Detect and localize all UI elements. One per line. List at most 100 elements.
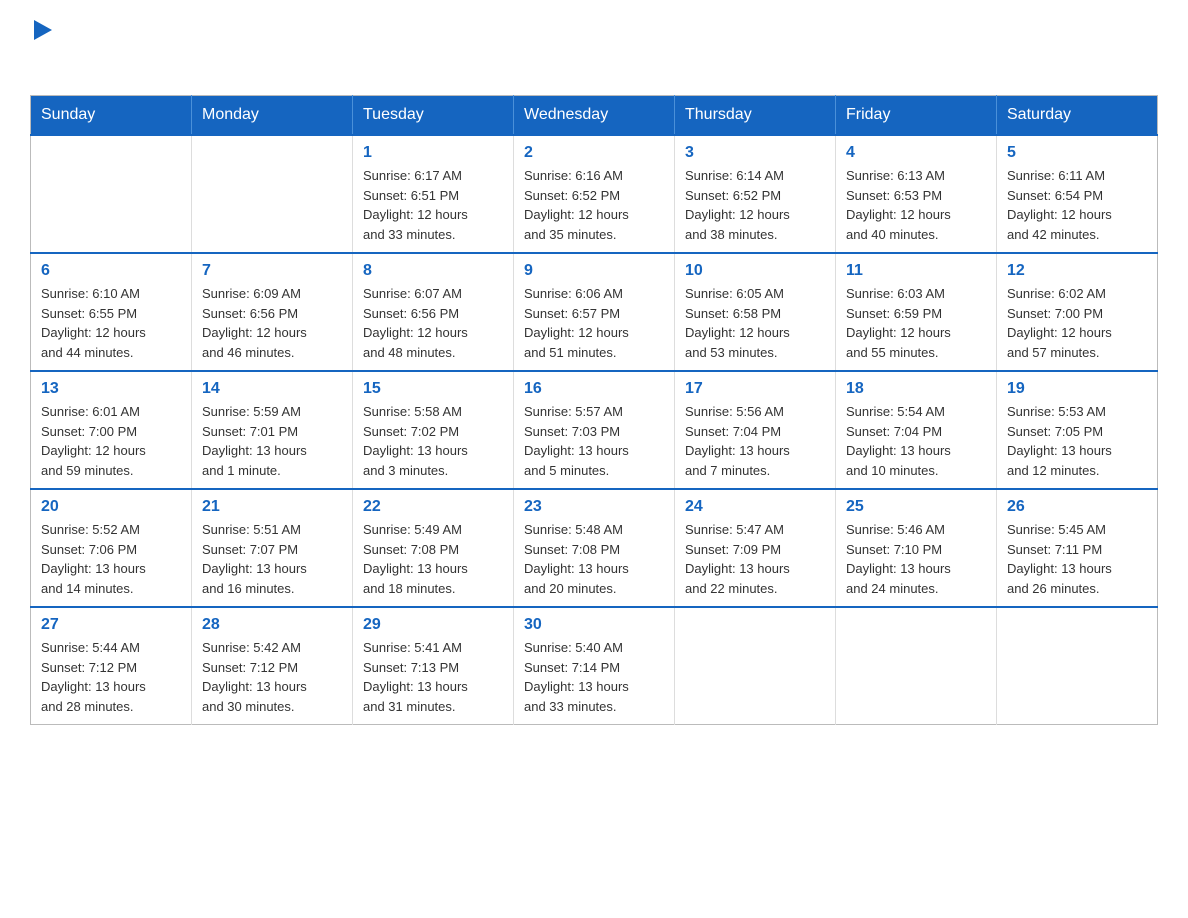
- day-number: 25: [846, 498, 986, 516]
- calendar-week-row: 27Sunrise: 5:44 AM Sunset: 7:12 PM Dayli…: [31, 607, 1158, 725]
- calendar-empty-cell: [31, 135, 192, 253]
- calendar-day-11: 11 Sunrise: 6:03 AM Sunset: 6:59 PM Dayli…: [836, 253, 997, 371]
- day-number: 30: [524, 616, 664, 634]
- calendar-day-3: 3Sunrise: 6:14 AM Sunset: 6:52 PM Daylig…: [675, 135, 836, 253]
- weekday-header-row: SundayMondayTuesdayWednesdayThursdayFrid…: [31, 96, 1158, 136]
- day-info: Sunrise: 6:05 AM Sunset: 6:58 PM Dayligh…: [685, 284, 825, 362]
- day-number: 1: [363, 144, 503, 162]
- day-number: 23: [524, 498, 664, 516]
- day-number: 6: [41, 262, 181, 280]
- day-info: Sunrise: 5:41 AM Sunset: 7:13 PM Dayligh…: [363, 638, 503, 716]
- weekday-header-monday: Monday: [192, 96, 353, 136]
- calendar-day-14: 14 Sunrise: 5:59 AM Sunset: 7:01 PM Dayli…: [192, 371, 353, 489]
- calendar-day-25: 25 Sunrise: 5:46 AM Sunset: 7:10 PM Dayli…: [836, 489, 997, 607]
- calendar-day-27: 27Sunrise: 5:44 AM Sunset: 7:12 PM Dayli…: [31, 607, 192, 725]
- day-info: Sunrise: 5:53 AM Sunset: 7:05 PM Dayligh…: [1007, 402, 1147, 480]
- day-info: Sunrise: 6:13 AM Sunset: 6:53 PM Dayligh…: [846, 166, 986, 244]
- calendar-week-row: 6 Sunrise: 6:10 AM Sunset: 6:55 PM Daylig…: [31, 253, 1158, 371]
- calendar-week-row: 13 Sunrise: 6:01 AM Sunset: 7:00 PM Dayli…: [31, 371, 1158, 489]
- day-info: Sunrise: 5:45 AM Sunset: 7:11 PM Dayligh…: [1007, 520, 1147, 598]
- day-number: 17: [685, 380, 825, 398]
- calendar-day-13: 13 Sunrise: 6:01 AM Sunset: 7:00 PM Dayli…: [31, 371, 192, 489]
- calendar-day-8: 8Sunrise: 6:07 AM Sunset: 6:56 PM Daylig…: [353, 253, 514, 371]
- day-info: Sunrise: 6:17 AM Sunset: 6:51 PM Dayligh…: [363, 166, 503, 244]
- calendar-day-7: 7 Sunrise: 6:09 AM Sunset: 6:56 PM Daylig…: [192, 253, 353, 371]
- day-info: Sunrise: 5:57 AM Sunset: 7:03 PM Dayligh…: [524, 402, 664, 480]
- day-info: Sunrise: 5:58 AM Sunset: 7:02 PM Dayligh…: [363, 402, 503, 480]
- calendar-day-5: 5 Sunrise: 6:11 AM Sunset: 6:54 PM Daylig…: [997, 135, 1158, 253]
- calendar-day-21: 21 Sunrise: 5:51 AM Sunset: 7:07 PM Dayli…: [192, 489, 353, 607]
- calendar-day-6: 6 Sunrise: 6:10 AM Sunset: 6:55 PM Daylig…: [31, 253, 192, 371]
- day-info: Sunrise: 5:47 AM Sunset: 7:09 PM Dayligh…: [685, 520, 825, 598]
- calendar-day-1: 1 Sunrise: 6:17 AM Sunset: 6:51 PM Daylig…: [353, 135, 514, 253]
- day-info: Sunrise: 6:01 AM Sunset: 7:00 PM Dayligh…: [41, 402, 181, 480]
- day-number: 10: [685, 262, 825, 280]
- logo: [30, 20, 52, 79]
- day-number: 5: [1007, 144, 1147, 162]
- calendar-day-23: 23 Sunrise: 5:48 AM Sunset: 7:08 PM Dayli…: [514, 489, 675, 607]
- calendar-day-19: 19 Sunrise: 5:53 AM Sunset: 7:05 PM Dayli…: [997, 371, 1158, 489]
- weekday-header-sunday: Sunday: [31, 96, 192, 136]
- day-info: Sunrise: 5:52 AM Sunset: 7:06 PM Dayligh…: [41, 520, 181, 598]
- day-info: Sunrise: 6:09 AM Sunset: 6:56 PM Dayligh…: [202, 284, 342, 362]
- day-info: Sunrise: 6:14 AM Sunset: 6:52 PM Dayligh…: [685, 166, 825, 244]
- calendar-week-row: 1 Sunrise: 6:17 AM Sunset: 6:51 PM Daylig…: [31, 135, 1158, 253]
- calendar-day-2: 2 Sunrise: 6:16 AM Sunset: 6:52 PM Daylig…: [514, 135, 675, 253]
- calendar-day-29: 29Sunrise: 5:41 AM Sunset: 7:13 PM Dayli…: [353, 607, 514, 725]
- weekday-header-thursday: Thursday: [675, 96, 836, 136]
- day-info: Sunrise: 5:54 AM Sunset: 7:04 PM Dayligh…: [846, 402, 986, 480]
- calendar-day-15: 15 Sunrise: 5:58 AM Sunset: 7:02 PM Dayli…: [353, 371, 514, 489]
- day-number: 27: [41, 616, 181, 634]
- day-number: 11: [846, 262, 986, 280]
- day-info: Sunrise: 5:51 AM Sunset: 7:07 PM Dayligh…: [202, 520, 342, 598]
- calendar-empty-cell: [997, 607, 1158, 725]
- day-info: Sunrise: 6:16 AM Sunset: 6:52 PM Dayligh…: [524, 166, 664, 244]
- day-number: 19: [1007, 380, 1147, 398]
- day-info: Sunrise: 5:48 AM Sunset: 7:08 PM Dayligh…: [524, 520, 664, 598]
- calendar-day-10: 10 Sunrise: 6:05 AM Sunset: 6:58 PM Dayli…: [675, 253, 836, 371]
- calendar-day-20: 20 Sunrise: 5:52 AM Sunset: 7:06 PM Dayli…: [31, 489, 192, 607]
- day-info: Sunrise: 5:59 AM Sunset: 7:01 PM Dayligh…: [202, 402, 342, 480]
- weekday-header-wednesday: Wednesday: [514, 96, 675, 136]
- day-info: Sunrise: 5:56 AM Sunset: 7:04 PM Dayligh…: [685, 402, 825, 480]
- calendar-day-30: 30 Sunrise: 5:40 AM Sunset: 7:14 PM Dayli…: [514, 607, 675, 725]
- day-number: 2: [524, 144, 664, 162]
- day-number: 8: [363, 262, 503, 280]
- day-number: 16: [524, 380, 664, 398]
- day-number: 24: [685, 498, 825, 516]
- calendar-day-26: 26Sunrise: 5:45 AM Sunset: 7:11 PM Dayli…: [997, 489, 1158, 607]
- day-info: Sunrise: 5:40 AM Sunset: 7:14 PM Dayligh…: [524, 638, 664, 716]
- calendar-day-24: 24 Sunrise: 5:47 AM Sunset: 7:09 PM Dayli…: [675, 489, 836, 607]
- calendar-day-28: 28Sunrise: 5:42 AM Sunset: 7:12 PM Dayli…: [192, 607, 353, 725]
- calendar-day-22: 22Sunrise: 5:49 AM Sunset: 7:08 PM Dayli…: [353, 489, 514, 607]
- day-number: 20: [41, 498, 181, 516]
- calendar-day-9: 9Sunrise: 6:06 AM Sunset: 6:57 PM Daylig…: [514, 253, 675, 371]
- day-number: 15: [363, 380, 503, 398]
- day-number: 12: [1007, 262, 1147, 280]
- calendar-day-17: 17 Sunrise: 5:56 AM Sunset: 7:04 PM Dayli…: [675, 371, 836, 489]
- day-info: Sunrise: 5:42 AM Sunset: 7:12 PM Dayligh…: [202, 638, 342, 716]
- day-number: 22: [363, 498, 503, 516]
- calendar-day-4: 4 Sunrise: 6:13 AM Sunset: 6:53 PM Daylig…: [836, 135, 997, 253]
- calendar-day-12: 12 Sunrise: 6:02 AM Sunset: 7:00 PM Dayli…: [997, 253, 1158, 371]
- day-number: 4: [846, 144, 986, 162]
- day-info: Sunrise: 6:03 AM Sunset: 6:59 PM Dayligh…: [846, 284, 986, 362]
- calendar-day-18: 18Sunrise: 5:54 AM Sunset: 7:04 PM Dayli…: [836, 371, 997, 489]
- weekday-header-friday: Friday: [836, 96, 997, 136]
- weekday-header-tuesday: Tuesday: [353, 96, 514, 136]
- calendar-table: SundayMondayTuesdayWednesdayThursdayFrid…: [30, 95, 1158, 725]
- day-info: Sunrise: 5:46 AM Sunset: 7:10 PM Dayligh…: [846, 520, 986, 598]
- day-number: 13: [41, 380, 181, 398]
- day-number: 9: [524, 262, 664, 280]
- day-info: Sunrise: 6:02 AM Sunset: 7:00 PM Dayligh…: [1007, 284, 1147, 362]
- calendar-empty-cell: [836, 607, 997, 725]
- day-info: Sunrise: 6:10 AM Sunset: 6:55 PM Dayligh…: [41, 284, 181, 362]
- day-number: 14: [202, 380, 342, 398]
- day-info: Sunrise: 6:11 AM Sunset: 6:54 PM Dayligh…: [1007, 166, 1147, 244]
- calendar-week-row: 20 Sunrise: 5:52 AM Sunset: 7:06 PM Dayli…: [31, 489, 1158, 607]
- day-number: 21: [202, 498, 342, 516]
- logo-triangle-icon: [34, 20, 52, 45]
- page-header: [30, 20, 1158, 79]
- day-number: 7: [202, 262, 342, 280]
- weekday-header-saturday: Saturday: [997, 96, 1158, 136]
